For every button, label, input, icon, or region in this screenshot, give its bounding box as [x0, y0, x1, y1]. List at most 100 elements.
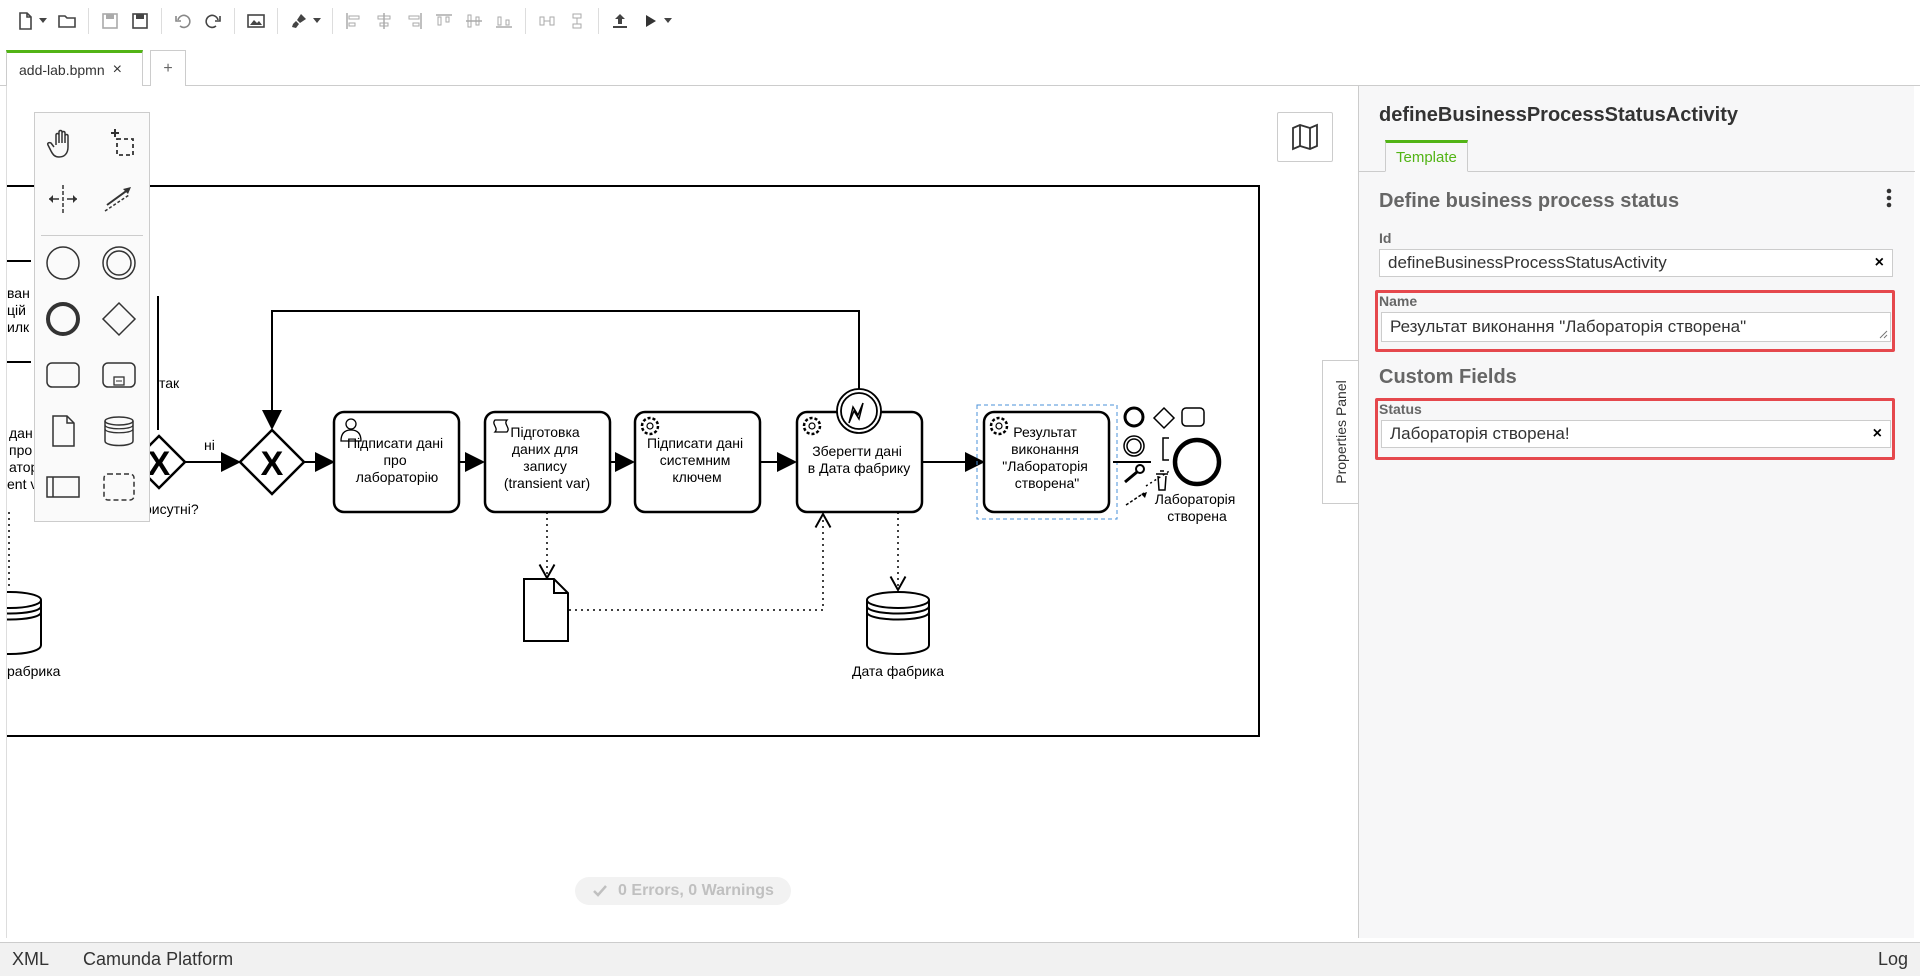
- group-title: Define business process status: [1379, 190, 1680, 212]
- open-folder-icon[interactable]: [52, 5, 82, 37]
- align-left-icon[interactable]: [339, 5, 369, 37]
- tab-add-lab[interactable]: add-lab.bpmn ×: [6, 50, 143, 86]
- task-icon[interactable]: [41, 353, 85, 397]
- platform-label[interactable]: Camunda Platform: [83, 949, 233, 970]
- task-label-line: виконання: [1011, 441, 1079, 457]
- data-store[interactable]: [866, 591, 930, 655]
- append-text-annotation-icon[interactable]: [1162, 437, 1169, 461]
- sequence-flow-loop[interactable]: [262, 310, 860, 430]
- align-top-icon[interactable]: [429, 5, 459, 37]
- name-field[interactable]: Результат виконання "Лабораторія створен…: [1381, 312, 1891, 342]
- chevron-down-icon[interactable]: [38, 18, 48, 24]
- task-label-line: створена": [1015, 475, 1080, 491]
- partial-label: ван: [7, 285, 30, 301]
- distribute-vertical-icon[interactable]: [562, 5, 592, 37]
- append-end-event-icon[interactable]: [1123, 406, 1145, 428]
- subprocess-icon[interactable]: [97, 353, 141, 397]
- image-export-icon[interactable]: [241, 5, 271, 37]
- status-field-value: Лабораторія створена!: [1390, 424, 1570, 443]
- bpmn-diagram[interactable]: ван цій илк дан про атор ent v X так рис…: [7, 86, 1358, 938]
- connect-icon[interactable]: [1125, 492, 1145, 506]
- task-label-line: запису: [523, 458, 567, 474]
- toolbar-divider: [525, 8, 526, 34]
- data-object[interactable]: [523, 578, 569, 642]
- gateway-label: рисутні?: [144, 501, 199, 517]
- name-label: Name: [1379, 293, 1418, 309]
- flow-label-yes: так: [159, 375, 180, 391]
- xml-tab[interactable]: XML: [12, 949, 49, 970]
- clear-icon[interactable]: ×: [1875, 254, 1884, 272]
- space-tool-icon[interactable]: [41, 177, 85, 221]
- end-event-icon[interactable]: [41, 297, 85, 341]
- partial-label: про: [9, 442, 32, 458]
- data-object-icon[interactable]: [41, 409, 85, 453]
- append-task-icon[interactable]: [1181, 407, 1205, 427]
- task-label-line: про: [383, 452, 406, 468]
- pool-icon[interactable]: [41, 465, 85, 509]
- partial-label: ent v: [7, 476, 37, 492]
- close-icon[interactable]: ×: [113, 61, 122, 79]
- data-store[interactable]: [7, 591, 42, 655]
- add-tab-button[interactable]: +: [150, 50, 186, 86]
- tab-bar: add-lab.bpmn × +: [0, 48, 1920, 86]
- id-field-value: defineBusinessProcessStatusActivity: [1388, 253, 1667, 272]
- properties-panel-toggle[interactable]: Properties Panel: [1322, 360, 1358, 504]
- distribute-horizontal-icon[interactable]: [532, 5, 562, 37]
- save-icon[interactable]: [95, 5, 125, 37]
- resize-handle-icon[interactable]: [1878, 329, 1888, 339]
- log-button[interactable]: Log: [1878, 949, 1908, 970]
- group-icon[interactable]: [97, 465, 141, 509]
- tab-template[interactable]: Template: [1385, 140, 1468, 172]
- properties-panel: defineBusinessProcessStatusActivity Temp…: [1358, 86, 1915, 938]
- data-store-icon[interactable]: [97, 409, 141, 453]
- task-label-line: Зберегти дані: [812, 443, 902, 459]
- task-label-line: даних для: [512, 441, 578, 457]
- status-label: Status: [1379, 401, 1422, 417]
- diagram-canvas[interactable]: ван цій илк дан про атор ent v X так рис…: [6, 86, 1358, 938]
- align-middle-icon[interactable]: [459, 5, 489, 37]
- align-bottom-icon[interactable]: [489, 5, 519, 37]
- task-label: Зберегти дані в Дата фабрику: [808, 443, 910, 476]
- clear-icon[interactable]: ×: [1873, 425, 1882, 443]
- task-label-line: лабораторію: [356, 469, 438, 485]
- minimap-toggle-button[interactable]: [1277, 112, 1333, 162]
- properties-tabs: Template: [1359, 138, 1915, 172]
- global-connect-tool-icon[interactable]: [97, 177, 141, 221]
- task-label: Результат виконання "Лабораторія створен…: [1002, 424, 1091, 491]
- redo-icon[interactable]: [198, 5, 228, 37]
- end-event[interactable]: [1172, 437, 1222, 487]
- delete-icon[interactable]: [1156, 470, 1168, 491]
- partial-label: цій: [7, 302, 26, 318]
- lasso-tool-icon[interactable]: [97, 121, 141, 165]
- hand-tool-icon[interactable]: [41, 121, 85, 165]
- error-boundary-event[interactable]: [836, 388, 882, 434]
- save-as-icon[interactable]: [125, 5, 155, 37]
- map-icon: [1292, 123, 1318, 151]
- id-field[interactable]: defineBusinessProcessStatusActivity ×: [1379, 249, 1893, 277]
- task-label-line: Результат: [1013, 424, 1077, 440]
- chevron-down-icon[interactable]: [663, 18, 673, 24]
- wrench-icon[interactable]: [1124, 470, 1138, 484]
- task-label-line: в Дата фабрику: [808, 460, 910, 476]
- gateway-x-icon: X: [148, 445, 171, 483]
- intermediate-event-icon[interactable]: [97, 241, 141, 285]
- partial-label: дан: [9, 425, 33, 441]
- start-event-icon[interactable]: [41, 241, 85, 285]
- more-options-icon[interactable]: [1879, 186, 1899, 210]
- append-gateway-icon[interactable]: [1152, 406, 1176, 430]
- align-right-icon[interactable]: [399, 5, 429, 37]
- deploy-icon[interactable]: [605, 5, 635, 37]
- run-icon[interactable]: [635, 5, 665, 37]
- status-field[interactable]: Лабораторія створена! ×: [1381, 420, 1891, 448]
- partial-label: илк: [7, 319, 30, 335]
- end-event-label: Лабораторія створена: [1155, 491, 1239, 524]
- task-label-line: "Лабораторія: [1002, 458, 1088, 474]
- align-center-icon[interactable]: [369, 5, 399, 37]
- chevron-down-icon[interactable]: [312, 18, 322, 24]
- brush-icon[interactable]: [284, 5, 314, 37]
- lint-status-text: 0 Errors, 0 Warnings: [618, 882, 774, 899]
- new-file-icon[interactable]: [10, 5, 40, 37]
- lint-status[interactable]: 0 Errors, 0 Warnings: [575, 877, 791, 905]
- gateway-icon[interactable]: [97, 297, 141, 341]
- undo-icon[interactable]: [168, 5, 198, 37]
